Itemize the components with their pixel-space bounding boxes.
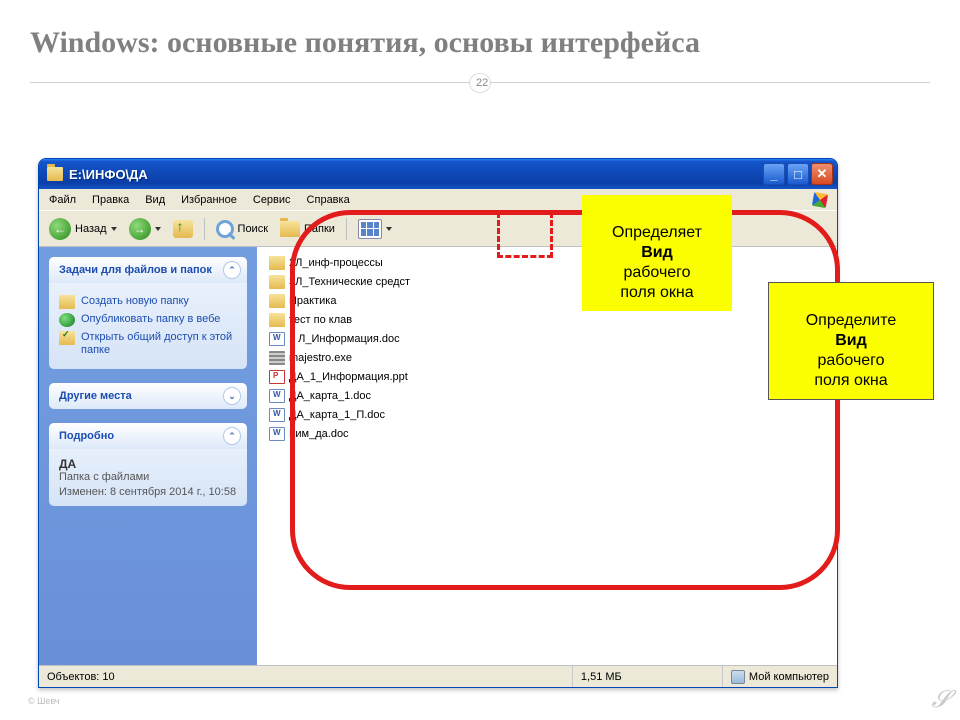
menu-favorites[interactable]: Избранное [173, 189, 245, 210]
details-type: Папка с файлами [59, 471, 237, 483]
details-panel: Подробно ⌃ ДА Папка с файлами Изменен: 8… [49, 423, 247, 506]
search-button[interactable]: Поиск [212, 216, 272, 242]
task-share-folder[interactable]: Открыть общий доступ к этой папке [59, 331, 237, 357]
window-title: E:\ИНФО\ДА [69, 167, 763, 182]
doc-file-icon [269, 427, 285, 441]
details-name: ДА [59, 457, 237, 471]
file-name: Ким_да.doc [289, 428, 349, 440]
globe-icon [59, 313, 75, 327]
windows-flag-icon [805, 189, 835, 211]
expand-icon[interactable]: ⌄ [223, 387, 241, 405]
search-icon [216, 220, 234, 238]
status-location: Мой компьютер [749, 671, 829, 683]
slide-number: 22 [469, 73, 491, 93]
folders-icon [280, 221, 300, 237]
chevron-down-icon [111, 227, 117, 231]
file-item[interactable]: ДА_карта_1_П.doc [267, 406, 827, 424]
views-icon [358, 219, 382, 239]
titlebar[interactable]: E:\ИНФО\ДА _ □ ✕ [39, 159, 837, 189]
back-label: Назад [75, 223, 107, 235]
slide-footer-credit: © Шевч [28, 696, 59, 706]
up-folder-icon [173, 220, 193, 238]
file-item[interactable]: 1 Л_Информация.doc [267, 330, 827, 348]
doc-file-icon [269, 389, 285, 403]
places-panel: Другие места ⌄ [49, 383, 247, 409]
task-label: Опубликовать папку в вебе [81, 313, 220, 326]
file-name: Практика [289, 295, 336, 307]
file-item[interactable]: ДА_1_Информация.ppt [267, 368, 827, 386]
task-create-folder[interactable]: Создать новую папку [59, 295, 237, 309]
computer-icon [731, 670, 745, 684]
folder-icon [269, 256, 285, 270]
file-name: тест по клав [289, 314, 352, 326]
chevron-down-icon [155, 227, 161, 231]
callout-determine-view: ОпределитеВидрабочего поля окна [768, 282, 934, 400]
back-button[interactable]: Назад [45, 216, 121, 242]
share-folder-icon [59, 331, 75, 345]
file-name: 2Л_инф-процессы [289, 257, 383, 269]
task-label: Открыть общий доступ к этой папке [81, 331, 237, 357]
ppt-file-icon [269, 370, 285, 384]
status-objects: Объектов: 10 [39, 666, 573, 687]
slide-scribble-icon: 𝓢 [931, 687, 950, 714]
slide-title: Windows: основные понятия, основы интерф… [0, 0, 960, 60]
folder-icon [269, 313, 285, 327]
file-name: majestro.exe [289, 352, 352, 364]
doc-file-icon [269, 332, 285, 346]
file-name: ДА_1_Информация.ppt [289, 371, 408, 383]
views-button[interactable] [354, 216, 396, 242]
up-button[interactable] [169, 216, 197, 242]
file-name: ДА_карта_1.doc [289, 390, 371, 402]
chevron-down-icon [386, 227, 392, 231]
callout-defines-view: ОпределяетВидрабочего поля окна [582, 195, 732, 311]
exe-file-icon [269, 351, 285, 365]
statusbar: Объектов: 10 1,51 МБ Мой компьютер [39, 665, 837, 687]
file-item[interactable]: ДА_карта_1.doc [267, 387, 827, 405]
folder-icon [269, 294, 285, 308]
close-button[interactable]: ✕ [811, 163, 833, 185]
file-item[interactable]: Практика [267, 292, 827, 310]
file-name: 3Л_Технические средст [289, 276, 410, 288]
file-item[interactable]: 2Л_инф-процессы [267, 254, 827, 272]
menu-view[interactable]: Вид [137, 189, 173, 210]
file-item[interactable]: 3Л_Технические средст [267, 273, 827, 291]
collapse-icon[interactable]: ⌃ [223, 261, 241, 279]
details-modified: Изменен: 8 сентября 2014 г., 10:58 [59, 486, 237, 498]
folder-icon [59, 295, 75, 309]
task-publish-web[interactable]: Опубликовать папку в вебе [59, 313, 237, 327]
doc-file-icon [269, 408, 285, 422]
folder-icon [269, 275, 285, 289]
task-label: Создать новую папку [81, 295, 189, 308]
menu-help[interactable]: Справка [299, 189, 358, 210]
minimize-button[interactable]: _ [763, 163, 785, 185]
file-name: ДА_карта_1_П.doc [289, 409, 385, 421]
file-item[interactable]: Ким_да.doc [267, 425, 827, 443]
search-label: Поиск [238, 223, 268, 235]
folder-icon [47, 167, 63, 181]
file-list[interactable]: 2Л_инф-процессы 3Л_Технические средст Прак… [257, 247, 837, 665]
menu-tools[interactable]: Сервис [245, 189, 299, 210]
back-arrow-icon [49, 218, 71, 240]
places-title: Другие места [59, 390, 132, 402]
menu-file[interactable]: Файл [41, 189, 84, 210]
tasks-panel: Задачи для файлов и папок ⌃ Создать нову… [49, 257, 247, 369]
collapse-icon[interactable]: ⌃ [223, 427, 241, 445]
details-title: Подробно [59, 430, 114, 442]
file-item[interactable]: тест по клав [267, 311, 827, 329]
side-panel: Задачи для файлов и папок ⌃ Создать нову… [39, 247, 257, 665]
menu-edit[interactable]: Правка [84, 189, 137, 210]
status-size: 1,51 МБ [573, 666, 723, 687]
forward-button[interactable] [125, 216, 165, 242]
file-name: 1 Л_Информация.doc [289, 333, 400, 345]
folders-button[interactable]: Папки [276, 216, 339, 242]
forward-arrow-icon [129, 218, 151, 240]
folders-label: Папки [304, 223, 335, 235]
tasks-title: Задачи для файлов и папок [59, 264, 212, 276]
file-item[interactable]: majestro.exe [267, 349, 827, 367]
maximize-button[interactable]: □ [787, 163, 809, 185]
